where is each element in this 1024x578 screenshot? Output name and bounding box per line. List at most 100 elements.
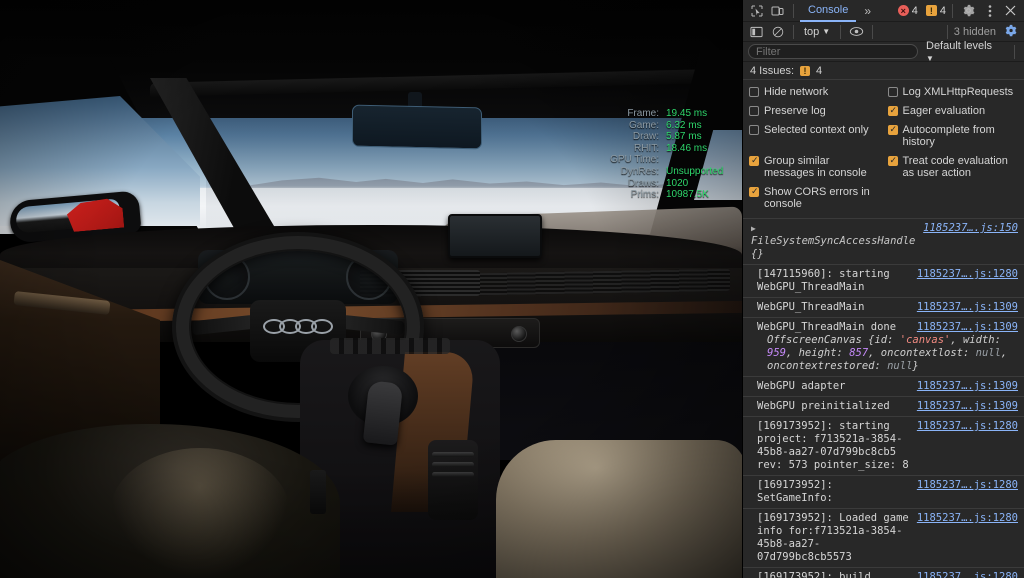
log-levels-dropdown[interactable]: Default levels ▼: [926, 40, 1002, 64]
object-property-str: 'canvas': [899, 334, 951, 346]
console-message[interactable]: WebGPU_ThreadMain done 1185237….js:1309 …: [743, 318, 1024, 377]
clear-console-icon[interactable]: [768, 23, 787, 41]
source-link[interactable]: 1185237….js:1309: [917, 380, 1018, 393]
object-property-num: 959: [767, 347, 786, 359]
setting-show-cors-errors[interactable]: Show CORS errors in console: [749, 186, 880, 210]
setting-preserve-log[interactable]: Preserve log: [749, 105, 880, 117]
stat-row: Prims: 10987.5K: [596, 189, 740, 201]
webgpu-canvas-viewport[interactable]: Frame: 19.45 ms Game: 6.32 ms Draw: 5.87…: [0, 0, 742, 578]
object-property-prop: , height:: [785, 347, 850, 359]
device-toolbar-icon[interactable]: [768, 2, 787, 20]
stat-row: Frame: 19.45 ms: [596, 108, 740, 120]
source-link[interactable]: 1185237….js:1280: [917, 268, 1018, 281]
console-button-row: [330, 338, 450, 354]
expand-triangle-icon[interactable]: ▶: [751, 222, 756, 235]
issues-count: 4: [816, 64, 823, 77]
cupholder-slat-2: [432, 462, 474, 467]
more-options-icon[interactable]: [980, 2, 999, 20]
source-link[interactable]: 1185237….js:1309: [917, 321, 1018, 334]
stat-label: Frame:: [627, 108, 659, 119]
controls-divider-1: [793, 24, 794, 39]
checkbox[interactable]: [749, 106, 759, 116]
console-message[interactable]: [169173952]: Loaded game info for:f71352…: [743, 509, 1024, 568]
checkbox[interactable]: [749, 87, 759, 97]
console-message[interactable]: ▶FileSystemSyncAccessHandle {} 1185237….…: [743, 219, 1024, 265]
inspect-element-icon[interactable]: [747, 2, 766, 20]
checkbox[interactable]: [749, 155, 759, 166]
checkbox[interactable]: [887, 155, 898, 166]
setting-autocomplete-from-history[interactable]: Autocomplete from history: [887, 124, 1019, 148]
console-message-text: [169173952]: Loaded game info for:f71352…: [757, 512, 909, 563]
source-link[interactable]: 1185237….js:150: [923, 222, 1018, 235]
stat-value: 1020: [666, 177, 689, 189]
setting-hide-network[interactable]: Hide network: [749, 86, 880, 98]
context-selector[interactable]: top ▼: [800, 26, 834, 38]
search-input[interactable]: [748, 44, 918, 59]
console-message[interactable]: [147115960]: starting WebGPU_ThreadMain …: [743, 265, 1024, 298]
object-property-prop: , oncontextlost:: [868, 347, 976, 359]
setting-selected-context-only[interactable]: Selected context only: [749, 124, 880, 148]
warning-count-badge[interactable]: ! 4: [925, 5, 946, 17]
source-link[interactable]: 1185237….js:1280: [917, 571, 1018, 578]
setting-log-xmlhttprequests[interactable]: Log XMLHttpRequests: [887, 86, 1019, 98]
console-message-list[interactable]: ▶FileSystemSyncAccessHandle {} 1185237….…: [743, 219, 1024, 578]
controls-divider-4: [946, 24, 948, 39]
stat-row: Game: 6.32 ms: [596, 120, 740, 132]
live-expression-icon[interactable]: [847, 23, 866, 41]
checkbox[interactable]: [887, 87, 898, 97]
audi-rings-logo: [258, 318, 338, 334]
stat-label: DynRes:: [620, 165, 659, 177]
rearview-mirror: [352, 104, 482, 150]
setting-label: Selected context only: [764, 124, 869, 136]
source-link[interactable]: 1185237….js:1280: [917, 479, 1018, 492]
object-property-null: null: [887, 360, 913, 372]
console-message[interactable]: [169173952]: SetGameInfo: 1185237….js:12…: [743, 476, 1024, 509]
object-property-null: null: [975, 347, 1001, 359]
passenger-seat: [496, 440, 742, 578]
console-object-preview[interactable]: OffscreenCanvas {id: 'canvas', width: 95…: [757, 334, 1018, 373]
console-sidebar-icon[interactable]: [747, 23, 766, 41]
console-message-text: ▶FileSystemSyncAccessHandle {}: [751, 222, 916, 260]
stat-row: Draws: 1020: [596, 178, 740, 190]
devtools-tabbar: Console » × 4 ! 4: [743, 0, 1024, 22]
tab-console[interactable]: Console: [800, 0, 857, 22]
stat-row: RHIT: 18.46 ms: [596, 143, 740, 155]
console-message[interactable]: WebGPU_ThreadMain 1185237….js:1309: [743, 298, 1024, 318]
console-message[interactable]: WebGPU preinitialized 1185237….js:1309: [743, 397, 1024, 417]
console-message[interactable]: WebGPU adapter 1185237….js:1309: [743, 377, 1024, 397]
checkbox[interactable]: [887, 124, 898, 135]
console-message[interactable]: [169173952]: build datahash_to_lockindex…: [743, 568, 1024, 578]
setting-label: Treat code evaluation as user action: [902, 155, 1008, 179]
stat-label: RHIT:: [634, 142, 659, 154]
stat-row: Draw: 5.87 ms: [596, 131, 740, 143]
setting-eager-evaluation[interactable]: Eager evaluation: [887, 105, 1019, 117]
performance-stats-overlay: Frame: 19.45 ms Game: 6.32 ms Draw: 5.87…: [596, 108, 740, 201]
source-link[interactable]: 1185237….js:1280: [917, 420, 1018, 433]
more-tabs-button[interactable]: »: [858, 4, 877, 18]
error-icon: ×: [897, 5, 909, 16]
source-link[interactable]: 1185237….js:1309: [917, 400, 1018, 413]
context-selector-label: top: [804, 25, 820, 38]
issues-bar[interactable]: 4 Issues: ! 4: [743, 62, 1024, 80]
object-property-prop: id:: [874, 334, 900, 346]
setting-group-similar-messages[interactable]: Group similar messages in console: [749, 155, 880, 179]
checkbox[interactable]: [887, 105, 898, 116]
stat-row: DynRes: Unsupported: [596, 166, 740, 178]
close-icon[interactable]: [1001, 2, 1020, 20]
console-message-text: [169173952]: starting project: f713521a-…: [757, 420, 909, 471]
checkbox[interactable]: [749, 186, 759, 197]
console-message[interactable]: [169173952]: starting project: f713521a-…: [743, 417, 1024, 476]
source-link[interactable]: 1185237….js:1280: [917, 512, 1018, 525]
source-link[interactable]: 1185237….js:1309: [917, 301, 1018, 314]
console-message-text: WebGPU preinitialized: [757, 400, 890, 412]
checkbox[interactable]: [749, 125, 759, 135]
setting-treat-code-evaluation-as-user-action[interactable]: Treat code evaluation as user action: [887, 155, 1019, 179]
gear-icon[interactable]: [959, 2, 978, 20]
stat-value: 18.46 ms: [666, 142, 708, 154]
object-property-prop: , width:: [950, 334, 1001, 346]
error-count-badge[interactable]: × 4: [897, 5, 918, 17]
console-settings-gear-icon[interactable]: [1004, 24, 1020, 40]
climate-knob-right: [511, 326, 527, 342]
hidden-messages-label[interactable]: 3 hidden: [954, 26, 1002, 38]
console-message-text: WebGPU adapter: [757, 380, 846, 392]
